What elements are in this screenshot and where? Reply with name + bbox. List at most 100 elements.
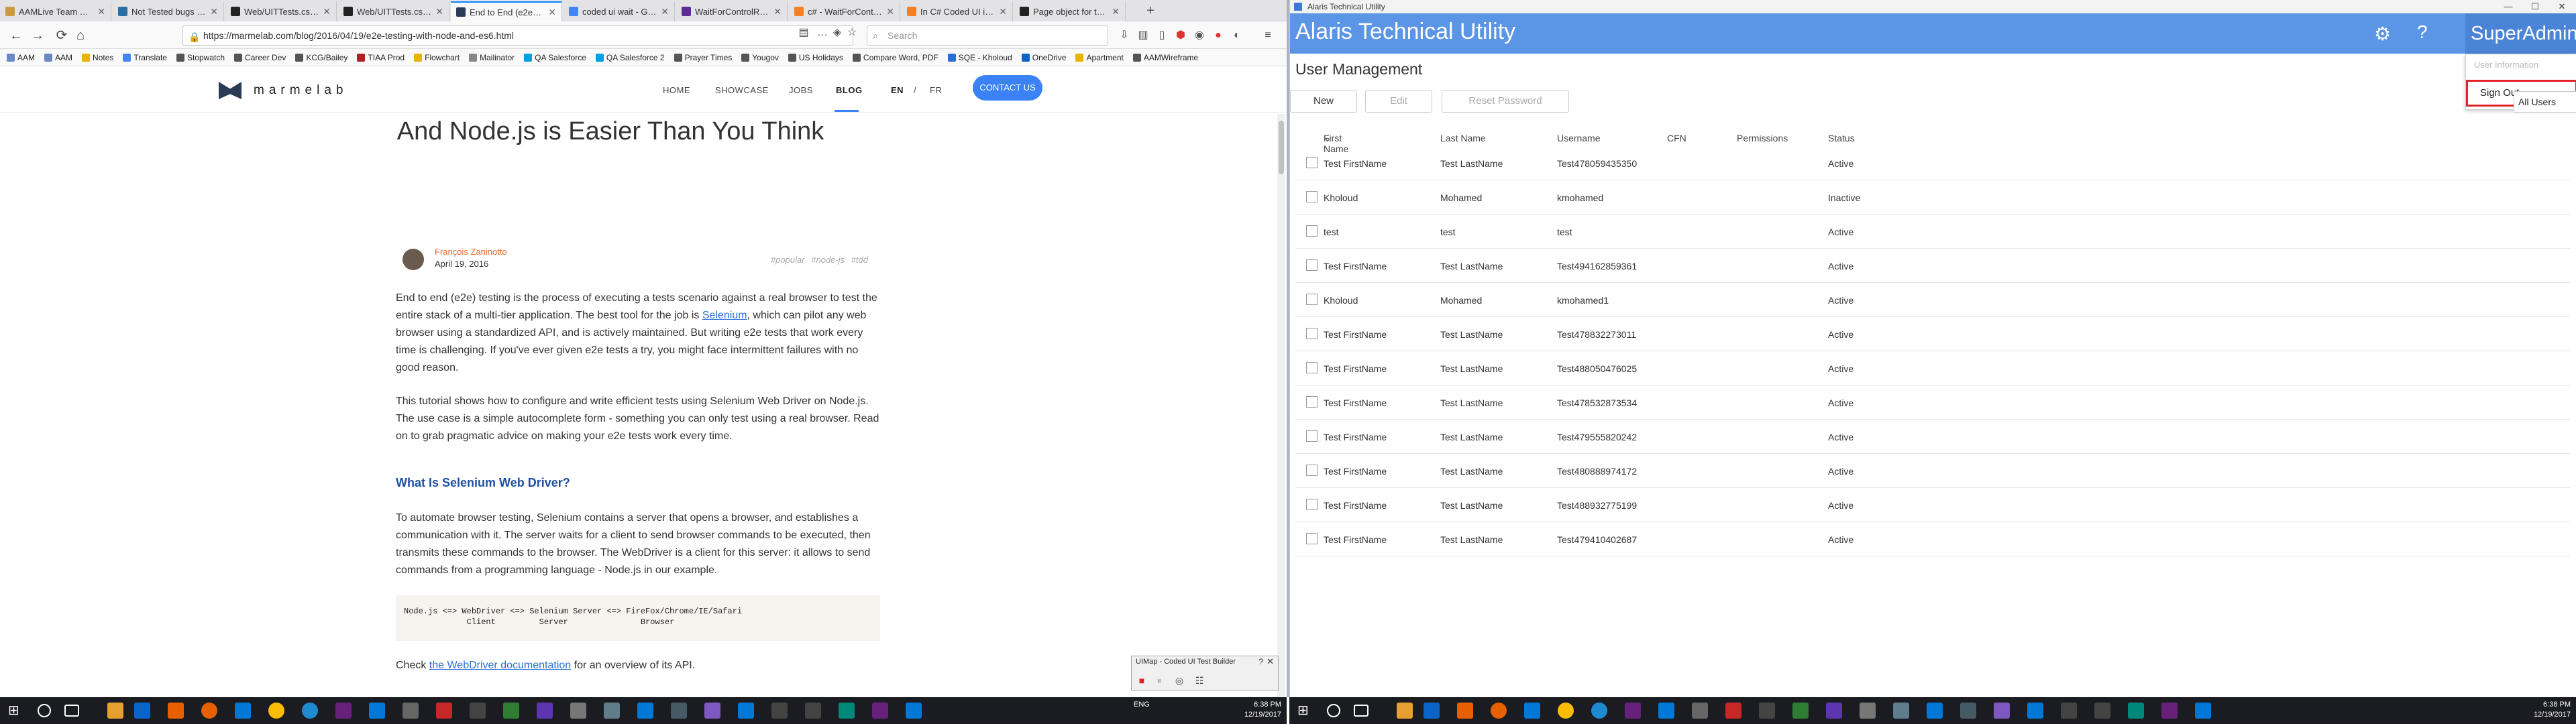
search-input[interactable]: ⌕ Search (867, 25, 1108, 46)
star-icon[interactable]: ☆ (845, 26, 859, 40)
user-menu-button[interactable]: SuperAdmin⌃ (2465, 13, 2576, 54)
nav-blog[interactable]: BLOG (836, 85, 863, 95)
visual-studio-icon[interactable] (335, 703, 352, 719)
row-checkbox[interactable] (1306, 533, 1318, 544)
bookmark-item[interactable]: US Holidays (788, 53, 843, 62)
tray-language[interactable]: ENG (1134, 700, 1150, 710)
forward-icon[interactable]: → (30, 27, 46, 44)
row-checkbox[interactable] (1306, 225, 1318, 237)
browser-tab[interactable]: Web/UITTests.cs at... ✕ (225, 1, 337, 21)
windows-start-icon[interactable]: ⊞ (8, 703, 24, 719)
vscode-icon[interactable] (369, 703, 385, 719)
maximize-icon[interactable]: ☐ (2522, 0, 2548, 13)
close-icon[interactable]: ✕ (323, 6, 331, 17)
bookmark-item[interactable]: AAM (44, 53, 72, 62)
taskbar-app-icon[interactable] (503, 703, 519, 719)
bookmark-item[interactable]: KCG/Bailey (295, 53, 347, 62)
row-checkbox[interactable] (1306, 328, 1318, 339)
bookmark-item[interactable]: Stopwatch (176, 53, 225, 62)
taskbar-app-icon[interactable] (771, 703, 788, 719)
bookmark-item[interactable]: QA Salesforce (524, 53, 586, 62)
sidebar-icon[interactable]: ▯ (1155, 29, 1169, 42)
bookmark-item[interactable]: Translate (123, 53, 167, 62)
taskbar-app-icon[interactable] (2195, 703, 2211, 719)
bookmark-item[interactable]: QA Salesforce 2 (595, 53, 665, 62)
taskbar-app-icon[interactable] (2027, 703, 2043, 719)
extension-icon[interactable]: ◉ (1193, 29, 1206, 42)
download-icon[interactable]: ⇩ (1118, 29, 1131, 42)
close-icon[interactable]: ✕ (1112, 6, 1120, 17)
taskbar-app-icon[interactable] (2061, 703, 2077, 719)
close-icon[interactable]: ✕ (210, 6, 218, 17)
crosshair-icon[interactable]: ◎ (1172, 674, 1187, 687)
bookmark-item[interactable]: Flowchart (414, 53, 460, 62)
firefox-icon[interactable] (1491, 703, 1507, 719)
extension-icon[interactable]: ◐ (1230, 29, 1244, 42)
row-checkbox[interactable] (1306, 465, 1318, 476)
taskbar-app-icon[interactable] (470, 703, 486, 719)
minimize-icon[interactable]: — (2495, 0, 2522, 13)
close-icon[interactable]: ✕ (1267, 656, 1274, 667)
taskbar-app-icon[interactable] (637, 703, 653, 719)
taskbar-app-icon[interactable] (1927, 703, 1943, 719)
close-icon[interactable]: ✕ (435, 6, 443, 17)
table-row[interactable]: Test FirstName Test LastName Test479555820… (1295, 420, 2570, 454)
bookmark-item[interactable]: Career Dev (234, 53, 286, 62)
visual-studio-icon[interactable] (2161, 703, 2178, 719)
address-bar[interactable]: 🔒 https://marmelab.com/blog/2016/04/19/e2… (182, 25, 853, 46)
close-icon[interactable]: ✕ (661, 6, 669, 17)
pocket-icon[interactable]: ◈ (830, 26, 844, 40)
cortana-icon[interactable] (38, 704, 51, 717)
table-row[interactable]: Test FirstName Test LastName Test478059435… (1295, 146, 2570, 180)
taskbar-app-icon[interactable] (738, 703, 754, 719)
taskbar-app-icon[interactable] (570, 703, 586, 719)
table-row[interactable]: Test FirstName Test LastName Test479410402… (1295, 522, 2570, 556)
row-checkbox[interactable] (1306, 362, 1318, 373)
taskbar-app-icon[interactable] (604, 703, 620, 719)
row-checkbox[interactable] (1306, 157, 1318, 168)
author-name[interactable]: François Zaninotto (435, 247, 507, 257)
browser-tab[interactable]: WaitForControlRea... ✕ (676, 1, 788, 21)
table-row[interactable]: Test FirstName Test LastName Test494162859… (1295, 249, 2570, 283)
task-view-icon[interactable] (1354, 705, 1368, 717)
reload-icon[interactable]: ⟳ (54, 27, 70, 44)
table-row[interactable]: test test test Active (1295, 215, 2570, 249)
lang-fr[interactable]: FR (930, 85, 942, 95)
table-row[interactable]: Test FirstName Test LastName Test478532873… (1295, 385, 2570, 420)
row-checkbox[interactable] (1306, 259, 1318, 271)
chrome-icon[interactable] (268, 703, 284, 719)
vscode-icon[interactable] (1658, 703, 1674, 719)
taskbar-app-icon[interactable] (168, 703, 184, 719)
menu-icon[interactable]: ≡ (1261, 29, 1275, 42)
firefox-icon[interactable] (201, 703, 217, 719)
taskbar-app-icon[interactable] (1860, 703, 1876, 719)
close-icon[interactable]: ✕ (548, 7, 556, 18)
taskbar-app-icon[interactable] (1759, 703, 1775, 719)
home-icon[interactable]: ⌂ (72, 27, 89, 44)
row-checkbox[interactable] (1306, 191, 1318, 202)
extension-icon[interactable]: ⬢ (1174, 29, 1187, 42)
gear-icon[interactable]: ⚙ (2374, 23, 2391, 45)
taskbar-app-icon[interactable] (1994, 703, 2010, 719)
taskbar-app-icon[interactable] (537, 703, 553, 719)
bookmark-item[interactable]: Yougov (741, 53, 779, 62)
help-icon[interactable]: ? (1258, 657, 1263, 666)
taskbar-app-icon[interactable] (1397, 703, 1413, 719)
browser-tab[interactable]: AAMLive Team Spring✕ (0, 1, 111, 21)
close-icon[interactable]: ✕ (999, 6, 1007, 17)
taskbar-app-icon[interactable] (1424, 703, 1440, 719)
site-logo[interactable]: marmelab (219, 82, 347, 99)
task-view-icon[interactable] (64, 705, 79, 717)
reset-password-button[interactable]: Reset Password (1442, 90, 1569, 113)
tray-clock[interactable]: 6:38 PM 12/19/2017 (2497, 700, 2571, 720)
bookmark-item[interactable]: Prayer Times (674, 53, 732, 62)
generate-code-icon[interactable]: ☷ (1192, 674, 1207, 687)
taskbar-app-icon[interactable] (2128, 703, 2144, 719)
edge-icon[interactable] (1524, 703, 1540, 719)
row-checkbox[interactable] (1306, 499, 1318, 510)
ie-icon[interactable] (1591, 703, 1607, 719)
browser-tab[interactable]: c# - WaitForControlR...✕ (789, 1, 900, 21)
taskbar-app-icon[interactable] (839, 703, 855, 719)
tray-clock[interactable]: 6:38 PM 12/19/2017 (1208, 700, 1281, 720)
column-header[interactable]: Last Name (1440, 133, 1486, 143)
